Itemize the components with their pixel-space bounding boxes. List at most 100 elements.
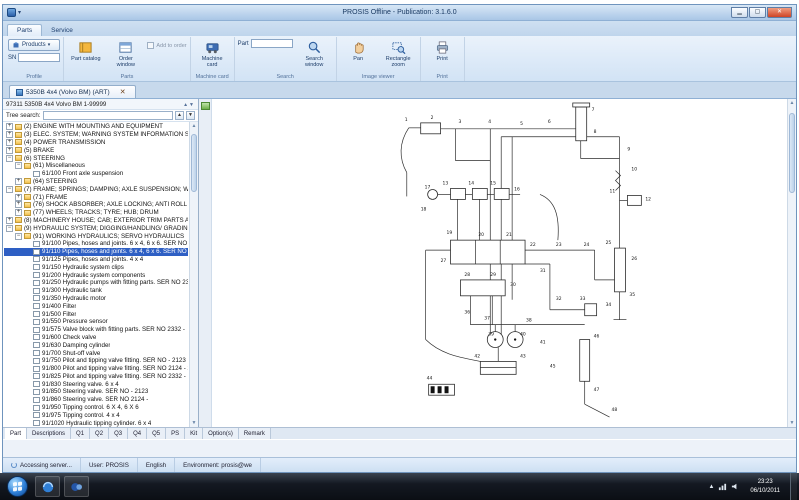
close-tab-icon[interactable]: ✕ xyxy=(117,88,129,96)
document-tab[interactable]: 5350B 4x4 (Volvo BM) (ART) ✕ xyxy=(9,85,136,98)
tree-item[interactable]: −(61) Miscellaneous xyxy=(4,162,188,170)
tree-item[interactable]: 91/110 Pipes, hoses and joints. 6 x 4, 6… xyxy=(4,248,188,256)
diagram-callout[interactable]: 34 xyxy=(606,302,612,308)
image-viewer[interactable]: 1234567891011121314151617181920212223242… xyxy=(199,99,796,427)
collapse-icon[interactable]: − xyxy=(15,233,22,240)
diagram-callout[interactable]: 7 xyxy=(592,107,595,113)
bottom-tab-q2[interactable]: Q2 xyxy=(90,428,109,439)
diagram-callout[interactable]: 15 xyxy=(490,180,496,186)
tree-item[interactable]: 91/500 Filter xyxy=(4,310,188,318)
tree-item[interactable]: +(71) FRAME xyxy=(4,193,188,201)
diagram-callout[interactable]: 36 xyxy=(464,310,470,316)
rectangle-zoom-button[interactable]: Rectangle zoom xyxy=(380,38,417,71)
diagram-callout[interactable]: 17 xyxy=(425,184,431,190)
diagram-callout[interactable]: 4 xyxy=(488,119,491,125)
order-window-button[interactable]: Order window xyxy=(107,38,144,71)
collapse-icon[interactable]: − xyxy=(6,186,13,193)
tree-item[interactable]: 91/950 Tipping control. 6 X 4, 6 X 6 xyxy=(4,404,188,412)
tree-item[interactable]: +(64) STEERING xyxy=(4,178,188,186)
diagram-callout[interactable]: 5 xyxy=(520,121,523,127)
diagram-callout[interactable]: 46 xyxy=(594,334,600,340)
diagram-callout[interactable]: 29 xyxy=(490,272,496,278)
tree-item[interactable]: 91/575 Valve block with fitting parts. S… xyxy=(4,326,188,334)
tree-item[interactable]: 91/300 Hydraulic tank xyxy=(4,287,188,295)
diagram-callout[interactable]: 1 xyxy=(405,117,408,123)
tab-service[interactable]: Service xyxy=(42,25,82,36)
scroll-up-icon[interactable]: ▲ xyxy=(788,100,796,106)
tree-item[interactable]: 61/100 Front axle suspension xyxy=(4,170,188,178)
expand-icon[interactable]: + xyxy=(6,139,13,146)
search-window-button[interactable]: Search window xyxy=(296,38,333,71)
expand-icon[interactable]: + xyxy=(6,131,13,138)
scroll-down-icon[interactable]: ▼ xyxy=(190,420,198,426)
tree-item[interactable]: 91/600 Check valve xyxy=(4,334,188,342)
expand-icon[interactable]: + xyxy=(6,123,13,130)
tree-item[interactable]: +(77) WHEELS; TRACKS; TYRE; HUB; DRUM xyxy=(4,209,188,217)
diagram-callout[interactable]: 30 xyxy=(510,282,516,288)
diagram-callout[interactable]: 21 xyxy=(506,232,512,238)
diagram-callout[interactable]: 9 xyxy=(627,147,630,153)
tree-item[interactable]: 91/250 Hydraulic pumps with fitting part… xyxy=(4,279,188,287)
close-button[interactable]: ✕ xyxy=(767,7,792,18)
volume-icon[interactable] xyxy=(731,482,740,491)
tree-item[interactable]: 91/100 Pipes, hoses and joints. 6 x 4, 6… xyxy=(4,240,188,248)
collapse-panel-icon[interactable]: ▲▼ xyxy=(183,102,195,108)
expand-icon[interactable]: + xyxy=(6,147,13,154)
diagram-callout[interactable]: 2 xyxy=(431,115,434,121)
tree-item[interactable]: +(8) MACHINERY HOUSE; CAB; EXTERIOR TRIM… xyxy=(4,217,188,225)
scroll-up-icon[interactable]: ▲ xyxy=(190,123,198,129)
diagram-callout[interactable]: 3 xyxy=(458,119,461,125)
diagram-callout[interactable]: 6 xyxy=(548,119,551,125)
tree-item[interactable]: +(5) BRAKE xyxy=(4,146,188,154)
diagram-callout[interactable]: 33 xyxy=(580,296,586,302)
diagram-callout[interactable]: 19 xyxy=(447,230,453,236)
diagram-callout[interactable]: 41 xyxy=(540,340,546,346)
scrollbar-thumb[interactable] xyxy=(191,134,197,192)
bottom-tab-q3[interactable]: Q3 xyxy=(109,428,128,439)
network-icon[interactable] xyxy=(718,482,727,491)
bottom-tab-q4[interactable]: Q4 xyxy=(128,428,147,439)
diagram-callout[interactable]: 12 xyxy=(645,196,651,202)
bottom-tab-ps[interactable]: PS xyxy=(166,428,185,439)
diagram-canvas[interactable]: 1234567891011121314151617181920212223242… xyxy=(375,101,695,427)
part-search-input[interactable] xyxy=(251,39,293,48)
pan-button[interactable]: Pan xyxy=(340,38,377,64)
diagram-callout[interactable]: 35 xyxy=(629,292,635,298)
tree-item[interactable]: +(3) ELEC. SYSTEM; WARNING SYSTEM INFORM… xyxy=(4,131,188,139)
tree-item[interactable]: 91/850 Steering valve. SER NO - 2123 xyxy=(4,388,188,396)
part-catalog-button[interactable]: Part catalog xyxy=(67,38,104,64)
scroll-down-icon[interactable]: ▼ xyxy=(788,420,796,426)
tree-item[interactable]: 91/830 Steering valve. 6 x 4 xyxy=(4,380,188,388)
search-next-icon[interactable]: ▼ xyxy=(186,111,195,120)
expand-icon[interactable]: + xyxy=(15,209,22,216)
add-to-order-checkbox[interactable] xyxy=(147,42,154,49)
tree-item[interactable]: 91/150 Hydraulic system clips xyxy=(4,263,188,271)
diagram-callout[interactable]: 32 xyxy=(556,296,562,302)
tree-item[interactable]: 91/700 Shut-off valve xyxy=(4,349,188,357)
diagram-callout[interactable]: 37 xyxy=(484,316,490,322)
collapse-icon[interactable]: − xyxy=(15,162,22,169)
diagram-callout[interactable]: 24 xyxy=(584,242,590,248)
machine-card-button[interactable]: Machine card xyxy=(194,38,231,71)
diagram-callout[interactable]: 40 xyxy=(520,332,526,338)
tree-item[interactable]: −(7) FRAME; SPRINGS; DAMPING; AXLE SUSPE… xyxy=(4,185,188,193)
status-language-cell[interactable]: English xyxy=(138,458,175,472)
tree-item[interactable]: 91/800 Pilot and tipping valve fitting. … xyxy=(4,365,188,373)
taskbar-app-prosis[interactable] xyxy=(64,476,89,497)
search-prev-icon[interactable]: ▲ xyxy=(175,111,184,120)
tree-item[interactable]: 91/1020 Hydraulic tipping cylinder. 6 x … xyxy=(4,419,188,427)
maximize-button[interactable]: ▢ xyxy=(749,7,766,18)
tree-item[interactable]: −(9) HYDRAULIC SYSTEM; DIGGING/HANDLING/… xyxy=(4,224,188,232)
diagram-callout[interactable]: 42 xyxy=(474,353,480,359)
tab-parts[interactable]: Parts xyxy=(7,24,42,36)
diagram-callout[interactable]: 28 xyxy=(464,272,470,278)
sn-input[interactable] xyxy=(18,53,60,62)
diagram-callout[interactable]: 39 xyxy=(488,332,494,338)
diagram-callout[interactable]: 44 xyxy=(427,375,433,381)
tree-item[interactable]: 91/550 Pressure sensor xyxy=(4,318,188,326)
diagram-callout[interactable]: 18 xyxy=(421,206,427,212)
tree-item[interactable]: +(76) SHOCK ABSORBER; AXLE LOCKING; ANTI… xyxy=(4,201,188,209)
diagram-callout[interactable]: 43 xyxy=(520,353,526,359)
expand-icon[interactable]: + xyxy=(15,194,22,201)
bottom-tab-remark[interactable]: Remark xyxy=(239,428,271,439)
